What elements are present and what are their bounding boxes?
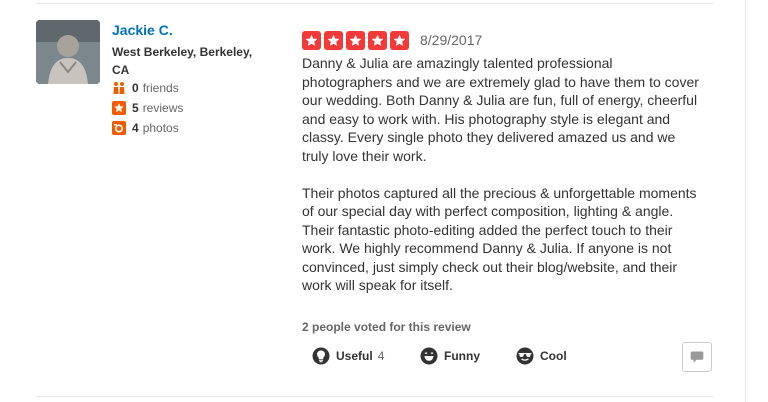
- funny-label: Funny: [444, 349, 480, 363]
- review-date: 8/29/2017: [420, 32, 483, 48]
- photos-count: 4: [132, 121, 139, 135]
- rating-star-icon: [324, 31, 343, 50]
- rating-star-icon: [368, 31, 387, 50]
- right-divider: [745, 0, 746, 402]
- cool-label: Cool: [540, 349, 567, 363]
- camera-icon: [112, 121, 126, 135]
- review-paragraph: Danny & Julia are amazingly talented pro…: [302, 55, 699, 164]
- photos-label: photos: [142, 121, 179, 135]
- user-name-link[interactable]: Jackie C.: [112, 22, 173, 38]
- speech-bubble-icon: [690, 351, 704, 363]
- rating-star-icon: [346, 31, 365, 50]
- reviews-count: 5: [132, 101, 139, 115]
- useful-count: 4: [377, 349, 385, 363]
- reviews-label: reviews: [142, 101, 184, 115]
- bottom-divider: [36, 396, 714, 397]
- user-location: West Berkeley, Berkeley, CA: [112, 45, 253, 77]
- funny-button[interactable]: Funny: [420, 344, 480, 368]
- smiley-icon: [420, 347, 438, 365]
- friends-icon: [112, 81, 126, 95]
- photos-stat: 4 photos: [112, 120, 179, 136]
- reviews-stat: 5 reviews: [112, 100, 183, 116]
- friends-label: friends: [142, 81, 179, 95]
- friends-stat: 0 friends: [112, 80, 179, 96]
- useful-button[interactable]: Useful 4: [312, 344, 384, 368]
- rating-star-icon: [302, 31, 321, 50]
- vote-summary: 2 people voted for this review: [302, 320, 471, 334]
- friends-count: 0: [132, 81, 139, 95]
- user-avatar[interactable]: [36, 20, 100, 84]
- lightbulb-icon: [312, 347, 330, 365]
- star-rating: [302, 31, 412, 50]
- sunglasses-face-icon: [516, 347, 534, 365]
- cool-button[interactable]: Cool: [516, 344, 567, 368]
- rating-star-icon: [390, 31, 409, 50]
- star-icon: [112, 101, 126, 115]
- comment-button[interactable]: [682, 342, 712, 372]
- review-paragraph: Their photos captured all the precious &…: [302, 184, 697, 294]
- top-divider: [36, 3, 714, 4]
- useful-label: Useful: [336, 349, 373, 363]
- review-content: Danny & Julia are amazingly talented pro…: [302, 54, 702, 295]
